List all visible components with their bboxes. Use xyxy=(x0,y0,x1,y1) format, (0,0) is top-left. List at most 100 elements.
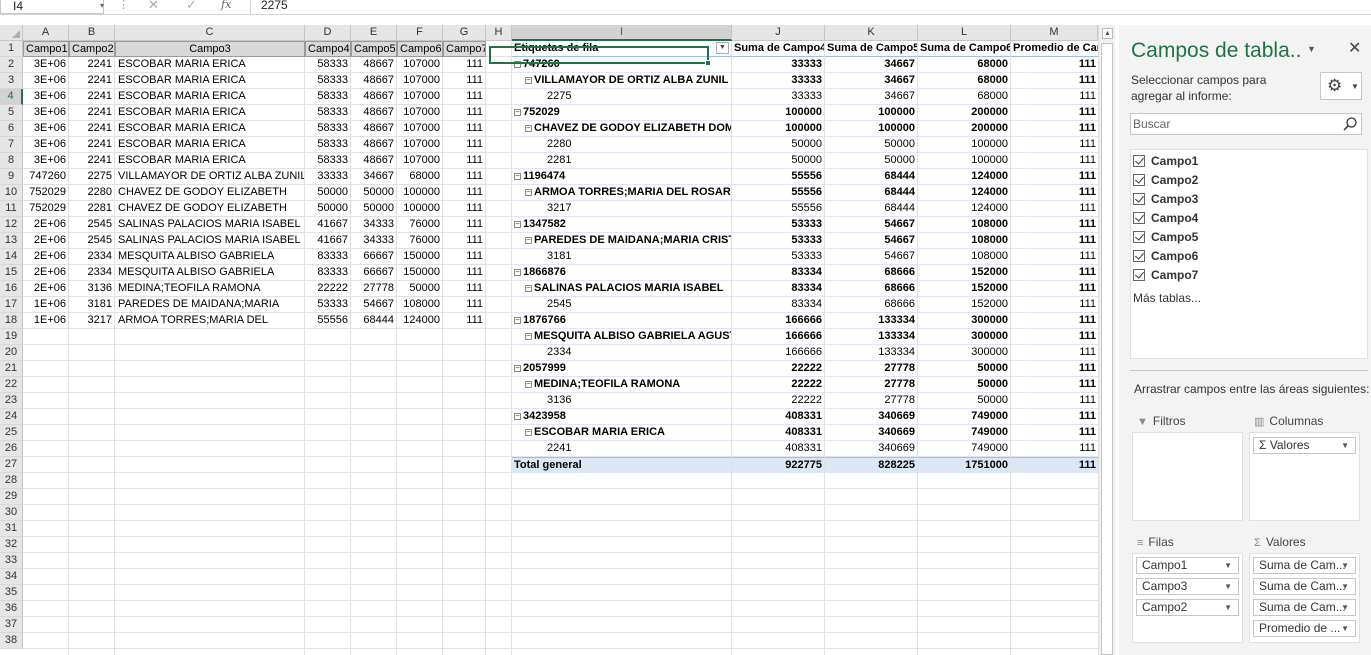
pivot-row-label[interactable]: − CHAVEZ DE GODOY ELIZABETH DOMI xyxy=(512,121,731,137)
close-icon[interactable]: ✕ xyxy=(1348,38,1361,58)
pivot-row-label[interactable]: 3181 xyxy=(512,249,731,265)
pivot-total-label[interactable]: Total general xyxy=(512,457,731,473)
pivot-value-cell[interactable]: 50000 xyxy=(732,137,824,153)
pivot-value-cell[interactable]: 152000 xyxy=(918,297,1010,313)
pivot-value-cell[interactable]: 55556 xyxy=(732,185,824,201)
pivot-value-cell[interactable]: 300000 xyxy=(918,345,1010,361)
row-header[interactable]: 4 xyxy=(0,89,23,105)
checkbox-checked[interactable] xyxy=(1133,155,1145,167)
pivot-value-cell[interactable]: 50000 xyxy=(918,393,1010,409)
pivot-value-cell[interactable]: 111 xyxy=(1011,329,1098,345)
pivot-value-cell[interactable]: 111 xyxy=(1011,345,1098,361)
pivot-value-cell[interactable]: 111 xyxy=(1011,425,1098,441)
pivot-value-header[interactable]: Suma de Campo4 xyxy=(732,41,824,57)
pivot-value-cell[interactable]: 340669 xyxy=(825,409,917,425)
name-box[interactable]: I4 xyxy=(0,0,104,14)
pivot-value-cell[interactable]: 749000 xyxy=(918,441,1010,457)
row-header[interactable]: 19 xyxy=(0,329,23,345)
pivot-value-cell[interactable]: 68444 xyxy=(825,185,917,201)
pivot-value-cell[interactable]: 166666 xyxy=(732,313,824,329)
chevron-down-icon[interactable]: ▼ xyxy=(1341,558,1349,573)
pivot-value-cell[interactable]: 749000 xyxy=(918,425,1010,441)
pivot-value-cell[interactable]: 111 xyxy=(1011,297,1098,313)
pivot-value-cell[interactable]: 34667 xyxy=(825,73,917,89)
pivot-value-cell[interactable]: 68000 xyxy=(918,57,1010,73)
row-header[interactable]: 8 xyxy=(0,153,23,169)
pivot-value-cell[interactable]: 68666 xyxy=(825,265,917,281)
row-header[interactable]: 5 xyxy=(0,105,23,121)
column-header-f[interactable]: F xyxy=(397,25,443,41)
pivot-value-cell[interactable]: 50000 xyxy=(825,137,917,153)
row-header[interactable]: 17 xyxy=(0,297,23,313)
collapse-icon[interactable]: − xyxy=(525,76,532,84)
field-checkbox-campo3[interactable]: Campo3 xyxy=(1133,190,1198,209)
pivot-value-cell[interactable]: 111 xyxy=(1011,313,1098,329)
row-header[interactable]: 28 xyxy=(0,473,23,489)
pivot-value-cell[interactable]: 340669 xyxy=(825,425,917,441)
collapse-icon[interactable]: − xyxy=(525,332,532,340)
tools-button[interactable]: ⚙ ▼ xyxy=(1320,72,1362,100)
row-header[interactable]: 29 xyxy=(0,489,23,505)
checkbox-checked[interactable] xyxy=(1133,250,1145,262)
pivot-value-cell[interactable]: 111 xyxy=(1011,185,1098,201)
row-header[interactable]: 33 xyxy=(0,553,23,569)
chevron-down-icon[interactable]: ▼ xyxy=(1224,579,1232,594)
pivot-value-cell[interactable]: 68000 xyxy=(918,73,1010,89)
pivot-value-cell[interactable]: 68666 xyxy=(825,297,917,313)
pivot-value-cell[interactable]: 55556 xyxy=(732,169,824,185)
pivot-value-cell[interactable]: 200000 xyxy=(918,121,1010,137)
pivot-value-cell[interactable]: 124000 xyxy=(918,185,1010,201)
pivot-value-cell[interactable]: 111 xyxy=(1011,233,1098,249)
row-header[interactable]: 38 xyxy=(0,633,23,649)
search-input[interactable] xyxy=(1133,116,1333,132)
pivot-value-cell[interactable]: 108000 xyxy=(918,217,1010,233)
pivot-value-cell[interactable]: 22222 xyxy=(732,393,824,409)
pivot-value-cell[interactable]: 133334 xyxy=(825,329,917,345)
pivot-value-cell[interactable]: 111 xyxy=(1011,153,1098,169)
pivot-value-cell[interactable]: 166666 xyxy=(732,345,824,361)
pivot-value-cell[interactable]: 111 xyxy=(1011,265,1098,281)
pivot-value-cell[interactable]: 83334 xyxy=(732,265,824,281)
collapse-icon[interactable]: − xyxy=(525,124,532,132)
collapse-icon[interactable]: − xyxy=(514,268,521,276)
pivot-value-cell[interactable]: 111 xyxy=(1011,409,1098,425)
row-header[interactable]: 27 xyxy=(0,457,23,473)
pivot-value-cell[interactable]: 124000 xyxy=(918,201,1010,217)
pivot-value-cell[interactable]: 749000 xyxy=(918,409,1010,425)
pivot-value-cell[interactable]: 54667 xyxy=(825,233,917,249)
collapse-icon[interactable]: − xyxy=(525,236,532,244)
rows-chip-campo2[interactable]: Campo2 ▼ xyxy=(1136,599,1239,616)
pane-divider[interactable] xyxy=(1130,370,1368,371)
pivot-row-label[interactable]: −752029 xyxy=(512,105,731,121)
pivot-value-cell[interactable]: 83334 xyxy=(732,297,824,313)
collapse-icon[interactable]: − xyxy=(525,188,532,196)
pivot-value-cell[interactable]: 83334 xyxy=(732,281,824,297)
pivot-row-label[interactable]: 2275 xyxy=(512,89,731,105)
collapse-icon[interactable]: − xyxy=(514,220,521,228)
pivot-value-cell[interactable]: 111 xyxy=(1011,105,1098,121)
filter-dropdown-icon[interactable]: ▼ xyxy=(716,42,729,54)
row-header[interactable]: 31 xyxy=(0,521,23,537)
values-chip-3[interactable]: Suma de Cam... ▼ xyxy=(1253,599,1356,616)
chevron-down-icon[interactable]: ▼ xyxy=(1341,438,1349,453)
pivot-row-label[interactable]: − PAREDES DE MAIDANA;MARIA CRIST xyxy=(512,233,731,249)
pivot-row-label[interactable]: − MEDINA;TEOFILA RAMONA xyxy=(512,377,731,393)
row-header[interactable]: 20 xyxy=(0,345,23,361)
pivot-value-cell[interactable]: 100000 xyxy=(825,121,917,137)
pivot-value-cell[interactable]: 68000 xyxy=(918,89,1010,105)
row-header[interactable]: 2 xyxy=(0,57,23,73)
row-header[interactable]: 30 xyxy=(0,505,23,521)
collapse-icon[interactable]: − xyxy=(514,364,521,372)
pivot-value-cell[interactable]: 100000 xyxy=(732,105,824,121)
column-header-h[interactable]: H xyxy=(486,25,512,41)
pivot-total-value[interactable]: 1751000 xyxy=(918,457,1010,473)
pivot-row-label[interactable]: −1347582 xyxy=(512,217,731,233)
pivot-value-cell[interactable]: 55556 xyxy=(732,201,824,217)
chevron-down-icon[interactable]: ▼ xyxy=(1341,621,1349,636)
pivot-value-cell[interactable]: 111 xyxy=(1011,169,1098,185)
pivot-value-cell[interactable]: 33333 xyxy=(732,57,824,73)
pivot-row-label[interactable]: 2280 xyxy=(512,137,731,153)
values-chip-4[interactable]: Promedio de ... ▼ xyxy=(1253,620,1356,637)
pivot-value-cell[interactable]: 34667 xyxy=(825,89,917,105)
pivot-value-cell[interactable]: 68666 xyxy=(825,281,917,297)
